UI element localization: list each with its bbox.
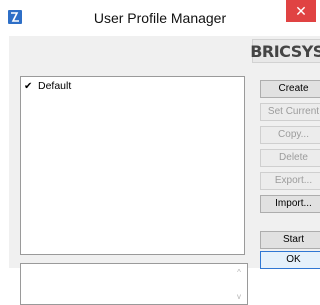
create-button[interactable]: Create <box>260 80 320 98</box>
profile-list[interactable]: ✔ Default <box>20 76 245 255</box>
close-icon: ✕ <box>295 3 307 19</box>
copy-button[interactable]: Copy... <box>260 126 320 144</box>
close-button[interactable]: ✕ <box>286 0 316 22</box>
scroll-down-icon[interactable]: v <box>234 293 244 301</box>
title-bar: User Profile Manager ✕ <box>0 0 320 36</box>
scroll-up-icon[interactable]: ^ <box>234 269 244 277</box>
set-current-button[interactable]: Set Current <box>260 103 320 121</box>
profile-name: Default <box>38 80 72 92</box>
user-profile-manager-window: User Profile Manager ✕ BRICSYS ✔ Default… <box>0 0 320 305</box>
import-button[interactable]: Import... <box>260 195 320 213</box>
bricsys-logo: BRICSYS <box>250 39 320 63</box>
checkmark-icon: ✔ <box>24 80 33 92</box>
list-item[interactable]: ✔ Default <box>24 80 71 92</box>
export-button[interactable]: Export... <box>260 172 320 190</box>
ok-button[interactable]: OK <box>260 251 320 269</box>
dialog-body: BRICSYS ✔ Default ^ v Create Set Current… <box>9 36 320 305</box>
profile-description-box[interactable]: ^ v <box>20 263 248 305</box>
window-title: User Profile Manager <box>93 10 227 26</box>
delete-button[interactable]: Delete <box>260 149 320 167</box>
start-button[interactable]: Start <box>260 231 320 249</box>
